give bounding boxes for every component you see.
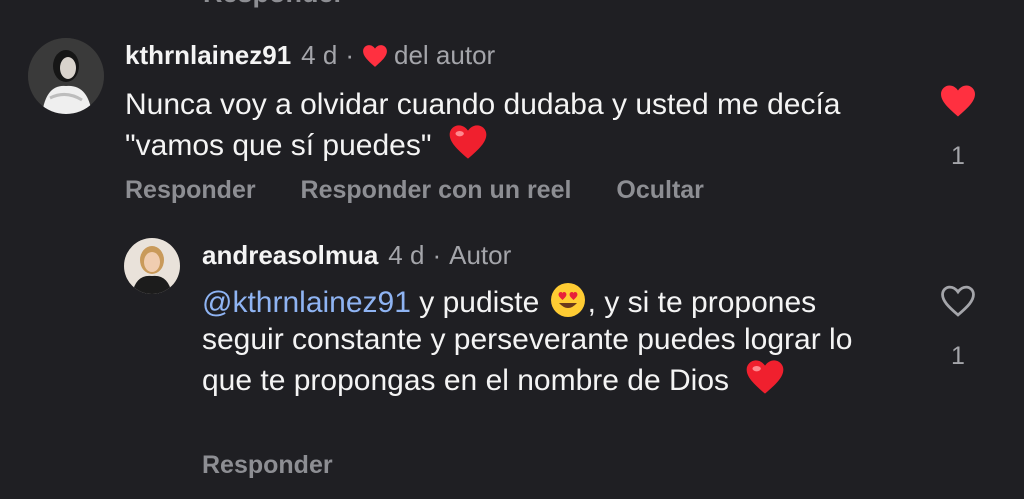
- liked-by-author-label: del autor: [394, 40, 496, 70]
- comment-header: kthrnlainez91 4 d · del autor: [125, 40, 495, 71]
- separator: ·: [432, 240, 442, 270]
- timestamp: 4 d: [388, 240, 425, 270]
- author-badge: Autor: [449, 240, 512, 270]
- comment-text: Nunca voy a olvidar cuando dudaba y uste…: [125, 88, 841, 162]
- comment-text: @kthrnlainez91 y pudiste , y si te propo…: [202, 282, 902, 399]
- comment-actions: Responder: [202, 451, 371, 480]
- username[interactable]: kthrnlainez91: [125, 40, 291, 71]
- like-count: 1: [951, 342, 965, 370]
- avatar[interactable]: [124, 238, 180, 294]
- timestamp: 4 d: [301, 40, 338, 70]
- heart-icon: [363, 44, 387, 67]
- profile-photo-icon: [28, 38, 104, 114]
- avatar[interactable]: [28, 38, 104, 114]
- heart-outline-icon: [941, 285, 975, 317]
- mention-link[interactable]: @kthrnlainez91: [202, 286, 411, 319]
- heart-filled-icon: [941, 85, 975, 117]
- reply-button[interactable]: Responder: [202, 451, 333, 479]
- previous-reply-button[interactable]: Responder: [203, 0, 344, 9]
- username[interactable]: andreasolmua: [202, 240, 378, 271]
- separator: ·: [345, 40, 354, 70]
- reply-button[interactable]: Responder: [125, 176, 256, 204]
- profile-photo-icon: [124, 238, 180, 294]
- like-button[interactable]: [938, 284, 978, 323]
- hide-button[interactable]: Ocultar: [616, 176, 704, 204]
- red-heart-emoji-icon: [747, 360, 784, 394]
- like-count: 1: [951, 142, 965, 170]
- reply-with-reel-button[interactable]: Responder con un reel: [301, 176, 572, 204]
- like-button[interactable]: [938, 84, 978, 123]
- comment-header: andreasolmua 4 d · Autor: [202, 240, 511, 271]
- red-heart-emoji-icon: [449, 125, 487, 159]
- comment-actions: Responder Responder con un reel Ocultar: [125, 176, 742, 205]
- heart-eyes-emoji-icon: [550, 283, 585, 317]
